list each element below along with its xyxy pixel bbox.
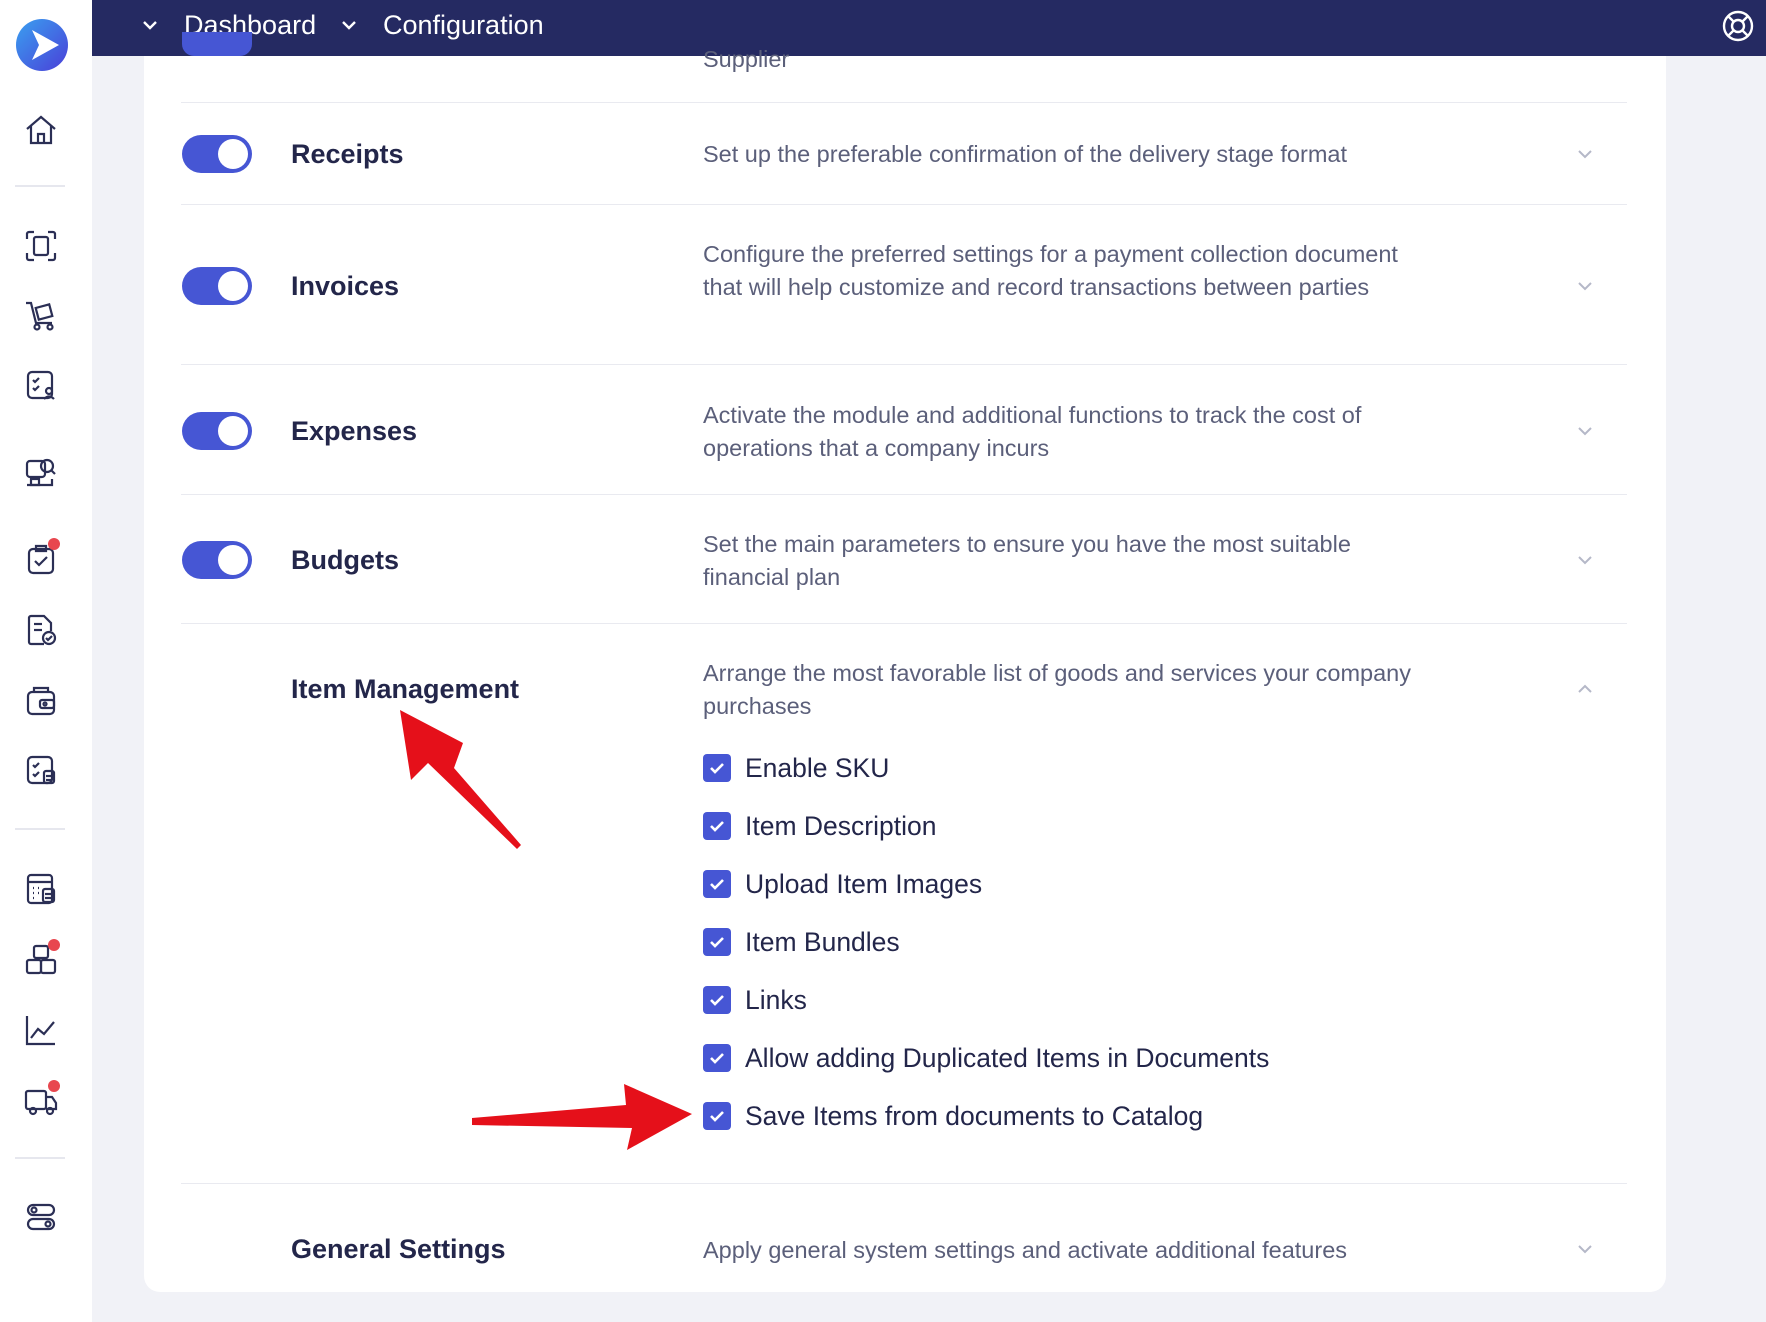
toggle-settings-icon[interactable] bbox=[20, 1196, 62, 1238]
check-icon bbox=[710, 1053, 724, 1064]
notification-dot bbox=[48, 1080, 60, 1092]
chevron-down-icon[interactable] bbox=[1574, 143, 1596, 165]
row-description: Arrange the most favorable list of goods… bbox=[703, 660, 1411, 719]
packages-icon[interactable] bbox=[20, 939, 62, 981]
scan-document-icon[interactable] bbox=[20, 225, 62, 267]
checkbox-label: Upload Item Images bbox=[745, 868, 983, 899]
row-divider bbox=[181, 494, 1627, 495]
row-title: Invoices bbox=[291, 271, 400, 301]
help-lifebuoy-icon[interactable] bbox=[1720, 8, 1756, 44]
check-icon bbox=[710, 1111, 724, 1122]
row-divider bbox=[181, 1183, 1627, 1184]
truck-icon[interactable] bbox=[20, 1080, 62, 1122]
check-icon bbox=[710, 821, 724, 832]
clipboard-check-icon[interactable] bbox=[20, 538, 62, 580]
row-description: Apply general system settings and activa… bbox=[703, 1237, 1348, 1263]
checkbox[interactable] bbox=[703, 928, 731, 956]
row-title: Receipts bbox=[291, 139, 404, 169]
module-toggle[interactable] bbox=[182, 32, 252, 56]
checkbox-label: Item Bundles bbox=[745, 926, 900, 957]
row-description: Supplier bbox=[703, 46, 790, 72]
row-title: Budgets bbox=[291, 545, 399, 575]
chevron-down-icon bbox=[342, 21, 356, 30]
item-description-checkbox[interactable]: Item Description bbox=[703, 811, 936, 841]
row-title[interactable]: General Settings bbox=[291, 1234, 506, 1265]
budgets-toggle[interactable] bbox=[182, 541, 252, 579]
search-supplier-icon[interactable] bbox=[20, 451, 62, 493]
chevron-up-icon[interactable] bbox=[1574, 678, 1596, 700]
row-description: Set the main parameters to ensure you ha… bbox=[703, 531, 1351, 590]
row-divider bbox=[181, 204, 1627, 205]
row-divider bbox=[181, 623, 1627, 624]
item-bundles-checkbox[interactable]: Item Bundles bbox=[703, 927, 900, 957]
task-list-icon[interactable] bbox=[20, 364, 62, 406]
document-check-icon[interactable] bbox=[20, 609, 62, 651]
checkbox-label: Enable SKU bbox=[745, 752, 890, 783]
check-icon bbox=[710, 879, 724, 890]
check-icon bbox=[710, 937, 724, 948]
checklist-icon[interactable] bbox=[20, 749, 62, 791]
upload-item-images-checkbox[interactable]: Upload Item Images bbox=[703, 869, 982, 899]
chevron-down-icon bbox=[143, 21, 157, 30]
row-description: Configure the preferred settings for a p… bbox=[703, 241, 1398, 300]
allow-duplicated-items-checkbox[interactable]: Allow adding Duplicated Items in Documen… bbox=[703, 1043, 1269, 1073]
checkbox[interactable] bbox=[703, 812, 731, 840]
checkbox[interactable] bbox=[703, 870, 731, 898]
checkbox[interactable] bbox=[703, 1044, 731, 1072]
save-items-to-catalog-checkbox[interactable]: Save Items from documents to Catalog bbox=[703, 1101, 1203, 1131]
breadcrumb-configuration[interactable]: Configuration bbox=[339, 0, 544, 50]
checkbox-label: Links bbox=[745, 984, 807, 1015]
chevron-down-icon[interactable] bbox=[1574, 275, 1596, 297]
chevron-down-icon[interactable] bbox=[1574, 420, 1596, 442]
check-icon bbox=[710, 763, 724, 774]
checkbox-label: Item Description bbox=[745, 810, 937, 841]
enable-sku-checkbox[interactable]: Enable SKU bbox=[703, 753, 889, 783]
chevron-down-icon[interactable] bbox=[1574, 549, 1596, 571]
configuration-card: Supplier Receipts Set up the preferable … bbox=[144, 32, 1666, 1292]
receipts-toggle[interactable] bbox=[182, 135, 252, 173]
check-icon bbox=[710, 995, 724, 1006]
checkbox[interactable] bbox=[703, 986, 731, 1014]
calculator-icon[interactable] bbox=[20, 868, 62, 910]
row-divider bbox=[181, 364, 1627, 365]
wallet-icon[interactable] bbox=[20, 680, 62, 722]
invoices-toggle[interactable] bbox=[182, 267, 252, 305]
sidebar-divider bbox=[15, 185, 65, 187]
home-icon[interactable] bbox=[20, 109, 62, 151]
links-checkbox[interactable]: Links bbox=[703, 985, 807, 1015]
sidebar-divider bbox=[15, 1157, 65, 1159]
sidebar bbox=[0, 0, 92, 1322]
breadcrumb-label: Configuration bbox=[383, 9, 544, 40]
chart-icon[interactable] bbox=[20, 1009, 62, 1051]
sidebar-divider bbox=[15, 828, 65, 830]
checkbox-label: Save Items from documents to Catalog bbox=[745, 1100, 1204, 1131]
notification-dot bbox=[48, 538, 60, 550]
checkbox[interactable] bbox=[703, 754, 731, 782]
row-description: Activate the module and additional funct… bbox=[703, 402, 1362, 461]
expenses-toggle[interactable] bbox=[182, 412, 252, 450]
notification-dot bbox=[48, 939, 60, 951]
top-bar: Dashboard Configuration bbox=[92, 0, 1766, 56]
chevron-down-icon[interactable] bbox=[1574, 1238, 1596, 1260]
row-divider bbox=[181, 102, 1627, 103]
checkbox-label: Allow adding Duplicated Items in Documen… bbox=[745, 1042, 1270, 1073]
row-description: Set up the preferable confirmation of th… bbox=[703, 141, 1347, 167]
app-logo-icon[interactable] bbox=[15, 18, 69, 72]
checkbox[interactable] bbox=[703, 1102, 731, 1130]
item-management-title[interactable]: Item Management bbox=[291, 674, 519, 705]
cart-icon[interactable] bbox=[20, 294, 62, 336]
row-title: Expenses bbox=[291, 416, 418, 446]
